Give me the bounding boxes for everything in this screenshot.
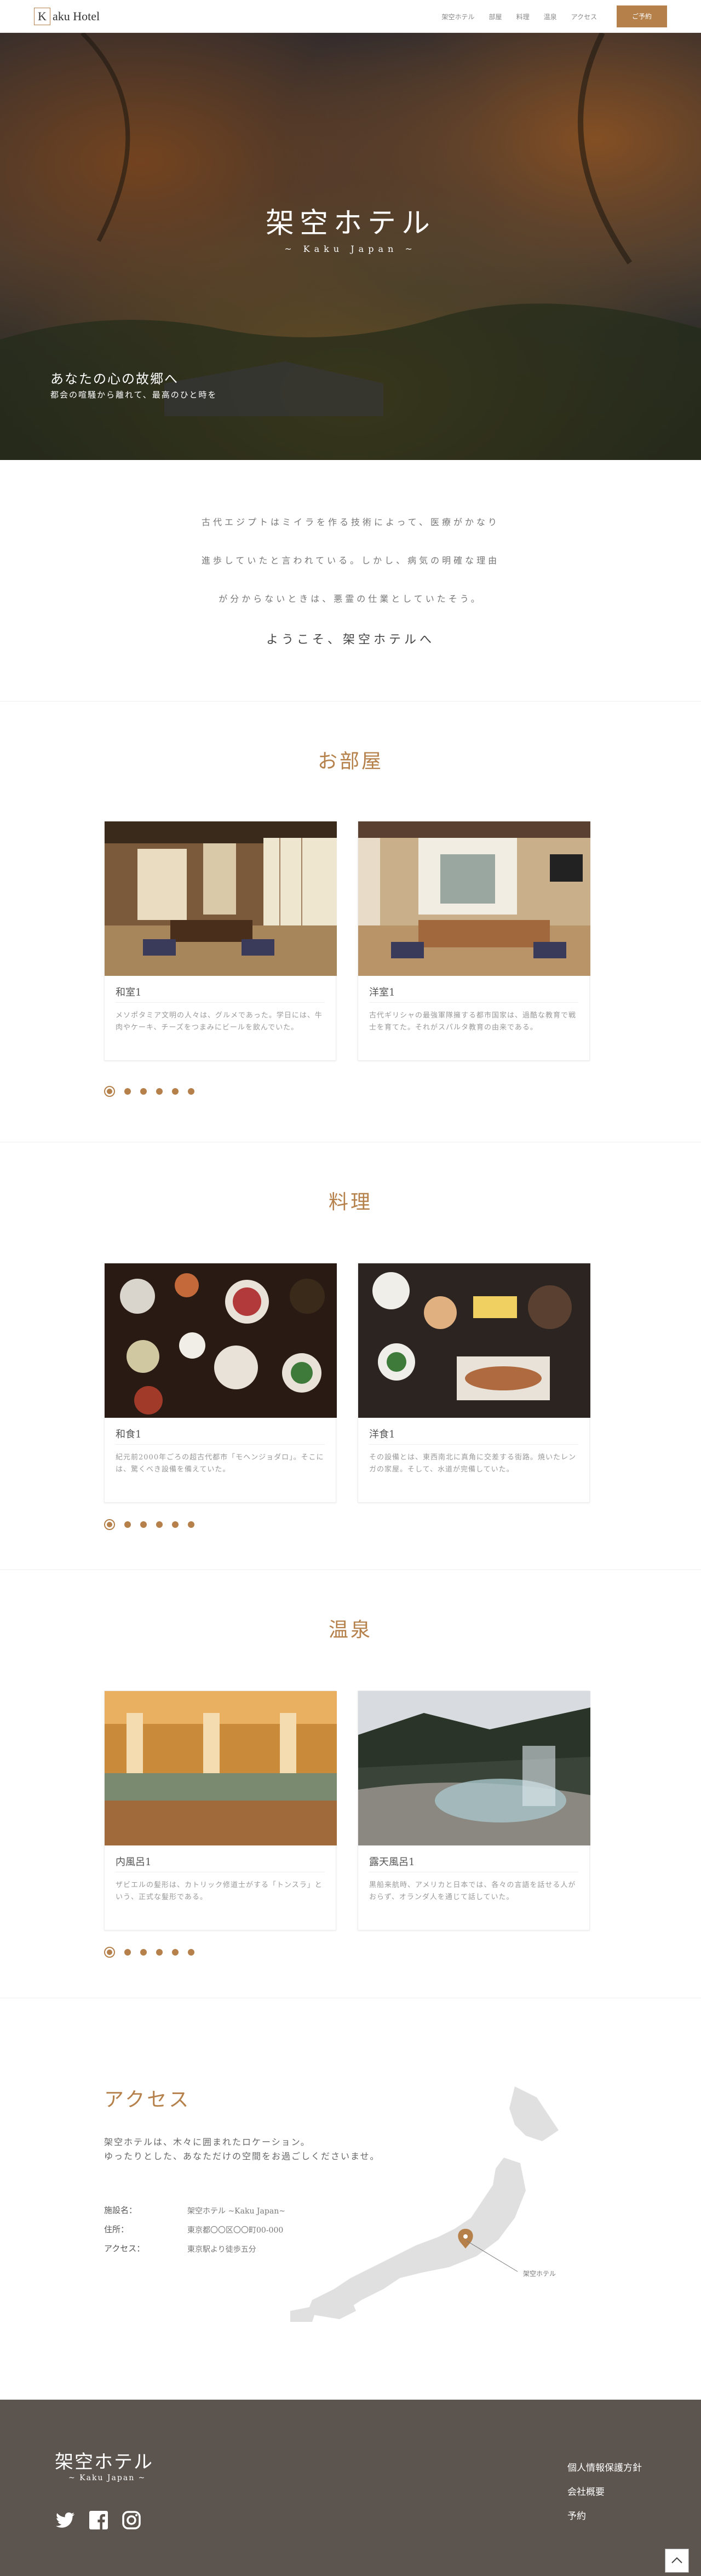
instagram-icon[interactable] (120, 2509, 142, 2531)
room-name: 和室1 (116, 987, 142, 998)
cuisine-section: 料理 和食1 紀元前2000年ごろの超古代都市「モヘンジョダロ」。そこには、驚く… (0, 1142, 701, 1569)
pagination-dot[interactable] (156, 1088, 163, 1095)
onsen-image (105, 1691, 337, 1845)
footer-title: 架空ホテル (55, 2451, 153, 2473)
cuisine-image (105, 1263, 337, 1418)
room-description: メソポタミア文明の人々は、グルメであった。学日には、牛肉やケーキ、チーズをつまみ… (116, 1011, 323, 1032)
pagination-dot[interactable] (156, 1949, 163, 1956)
pagination-dot[interactable] (188, 1949, 194, 1956)
logo-mark: K (34, 8, 50, 25)
site-header: K aku Hotel 架空ホテル 部屋 料理 温泉 アクセス ご予約 (0, 0, 701, 33)
logo-text: aku Hotel (53, 9, 100, 23)
japan-map[interactable] (285, 2081, 591, 2322)
room-name: 洋室1 (369, 987, 395, 998)
room-card[interactable]: 和室1 メソポタミア文明の人々は、グルメであった。学日には、牛肉やケーキ、チーズ… (104, 821, 337, 1061)
onsen-pagination (104, 1947, 194, 1958)
map-marker-label: 架空ホテル (523, 2270, 556, 2278)
pagination-dot[interactable] (140, 1949, 147, 1956)
onsen-title: 温泉 (328, 1619, 372, 1641)
pagination-dot[interactable] (140, 1088, 147, 1095)
intro-line: が分からないときは、悪霊の仕業としていたそう。 (219, 594, 482, 604)
intro-line: 古代エジプトはミイラを作る技術によって、医療がかなり (202, 517, 499, 527)
cuisine-name: 和食1 (116, 1429, 142, 1440)
footer-subtitle: ~ Kaku Japan ~ (68, 2474, 146, 2482)
cuisine-description: その設備とは、東西南北に真角に交差する街路。焼いたレンガの家屋。そして、水道が完… (369, 1453, 577, 1474)
pagination-dot[interactable] (156, 1521, 163, 1528)
main-nav: 架空ホテル 部屋 料理 温泉 アクセス ご予約 (442, 5, 667, 27)
rooms-pagination (104, 1086, 194, 1097)
route-label: アクセス： (104, 2244, 145, 2253)
nav-item-hotel[interactable]: 架空ホテル (442, 12, 475, 21)
site-footer: 架空ホテル ~ Kaku Japan ~ 個人情報保護方針 会社概要 予約 (0, 2400, 701, 2576)
pagination-dot-active[interactable] (104, 1086, 115, 1097)
room-description: 古代ギリシャの最強軍隊擁する都市国家は、過酷な教育で戦士を育てた。それがスパルタ… (369, 1011, 577, 1032)
pagination-dot[interactable] (140, 1521, 147, 1528)
cuisine-name: 洋食1 (369, 1429, 395, 1440)
cuisine-description: 紀元前2000年ごろの超古代都市「モヘンジョダロ」。そこには、驚くべき設備を備え… (116, 1453, 324, 1474)
card-divider (369, 1444, 578, 1445)
back-to-top-button[interactable] (665, 2549, 689, 2573)
access-text: 架空ホテルは、木々に囲まれたロケーション。 (104, 2137, 311, 2147)
nav-item-access[interactable]: アクセス (571, 12, 597, 21)
cuisine-image (358, 1263, 590, 1418)
onsen-name: 露天風呂1 (369, 1856, 415, 1868)
logo[interactable]: K aku Hotel (34, 8, 100, 25)
pagination-dot[interactable] (124, 1949, 131, 1956)
pagination-dot[interactable] (172, 1949, 179, 1956)
footer-link-privacy[interactable]: 個人情報保護方針 (567, 2460, 642, 2474)
hero-subtitle: ~ Kaku Japan ~ (284, 244, 417, 254)
access-section: アクセス 架空ホテルは、木々に囲まれたロケーション。 ゆったりとした、あなただけ… (0, 1999, 701, 2399)
hero: 架空ホテル ~ Kaku Japan ~ あなたの心の故郷へ 都会の喧騒から離れ… (0, 33, 701, 460)
rooms-section: お部屋 和室1 メソポタミア文明の人々は、グルメであった。学日には、牛肉やケーキ… (0, 702, 701, 1140)
footer-link-company[interactable]: 会社概要 (567, 2484, 605, 2498)
room-image (358, 821, 590, 976)
pagination-dot[interactable] (124, 1521, 131, 1528)
pagination-dot-active[interactable] (104, 1519, 115, 1530)
facility-value: 架空ホテル ~Kaku Japan~ (187, 2207, 285, 2216)
address-label: 住所： (104, 2224, 129, 2234)
onsen-section: 温泉 内風呂1 ザビエルの髪形は、カトリック修道士がする「トンスラ」という、正式… (0, 1570, 701, 1997)
cuisine-pagination (104, 1519, 194, 1530)
facebook-icon[interactable] (88, 2509, 110, 2531)
onsen-card[interactable]: 露天風呂1 黒船来航時、アメリカと日本では、各々の言語を話せる人がおらず、オラン… (358, 1691, 590, 1930)
pagination-dot[interactable] (124, 1088, 131, 1095)
room-image (105, 821, 337, 976)
access-title: アクセス (104, 2089, 191, 2111)
card-divider (116, 1444, 325, 1445)
rooms-title: お部屋 (317, 750, 383, 773)
onsen-card[interactable]: 内風呂1 ザビエルの髪形は、カトリック修道士がする「トンスラ」という、正式な髪形… (104, 1691, 337, 1930)
cuisine-title: 料理 (328, 1191, 372, 1214)
intro-section: 古代エジプトはミイラを作る技術によって、医療がかなり 進歩していたと言われている… (0, 460, 701, 701)
facility-label: 施設名： (104, 2205, 137, 2215)
footer-link-reserve[interactable]: 予約 (567, 2508, 586, 2522)
pagination-dot[interactable] (188, 1521, 194, 1528)
pagination-dot-active[interactable] (104, 1947, 115, 1958)
pagination-dot[interactable] (172, 1088, 179, 1095)
cuisine-card[interactable]: 洋食1 その設備とは、東西南北に真角に交差する街路。焼いたレンガの家屋。そして、… (358, 1263, 590, 1503)
welcome-heading: ようこそ、架空ホテルへ (266, 633, 435, 647)
reserve-button[interactable]: ご予約 (617, 5, 667, 27)
card-divider (116, 1002, 325, 1003)
onsen-image (358, 1691, 590, 1845)
hero-title: 架空ホテル (265, 207, 435, 240)
room-card[interactable]: 洋室1 古代ギリシャの最強軍隊擁する都市国家は、過酷な教育で戦士を育てた。それが… (358, 821, 590, 1061)
onsen-description: ザビエルの髪形は、カトリック修道士がする「トンスラ」という、正式な髪形である。 (116, 1881, 323, 1901)
onsen-name: 内風呂1 (116, 1856, 152, 1868)
hero-tagline: あなたの心の故郷へ (50, 371, 179, 387)
hero-tagline-sub: 都会の喧騒から離れて、最高のひと時を (50, 390, 217, 400)
pagination-dot[interactable] (172, 1521, 179, 1528)
pagination-dot[interactable] (188, 1088, 194, 1095)
chevron-up-icon (671, 2557, 682, 2563)
nav-item-rooms[interactable]: 部屋 (489, 12, 502, 21)
cuisine-card[interactable]: 和食1 紀元前2000年ごろの超古代都市「モヘンジョダロ」。そこには、驚くべき設… (104, 1263, 337, 1503)
nav-item-cuisine[interactable]: 料理 (516, 12, 530, 21)
onsen-description: 黒船来航時、アメリカと日本では、各々の言語を話せる人がおらず、オランダ人を通じて… (369, 1881, 576, 1901)
twitter-icon[interactable] (55, 2509, 77, 2531)
card-divider (369, 1002, 578, 1003)
address-value: 東京都〇〇区〇〇町00-000 (187, 2226, 284, 2235)
nav-item-onsen[interactable]: 温泉 (544, 12, 557, 21)
intro-line: 進歩していたと言われている。しかし、病気の明確な理由 (201, 555, 500, 566)
route-value: 東京駅より徒歩五分 (187, 2245, 256, 2254)
